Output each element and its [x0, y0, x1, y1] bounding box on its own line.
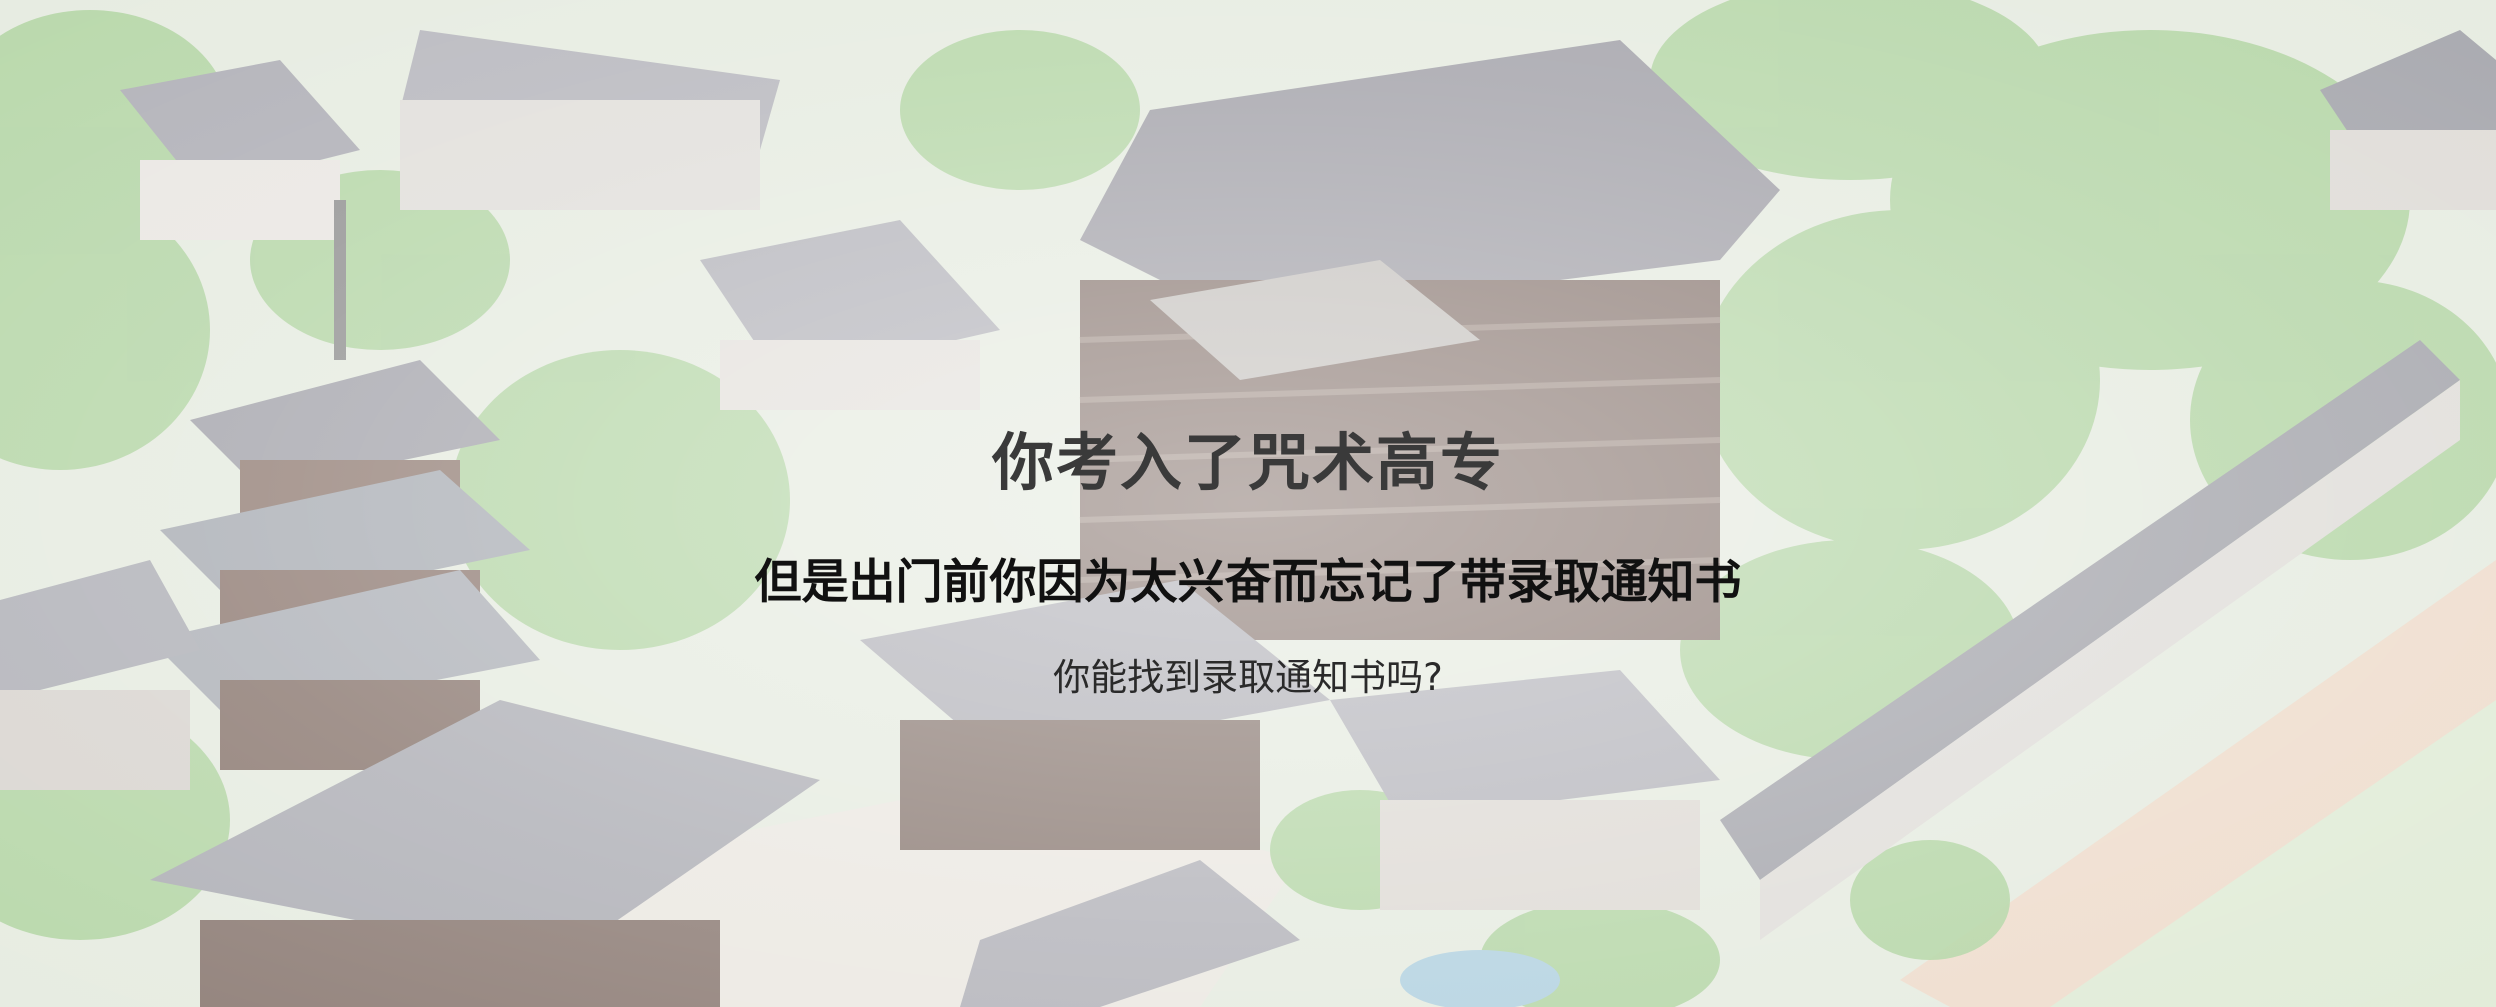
intro-title: 你考入了咒术高专 — [991, 426, 1504, 499]
intro-panel: 你考入了咒术高专 但是出门前你因为太兴奋而忘记了带录取通知书 你能找到录取通知书… — [0, 0, 2496, 1007]
intro-question: 你能找到录取通知书吗? — [1053, 656, 1443, 699]
intro-subtitle: 但是出门前你因为太兴奋而忘记了带录取通知书 — [754, 555, 1742, 610]
